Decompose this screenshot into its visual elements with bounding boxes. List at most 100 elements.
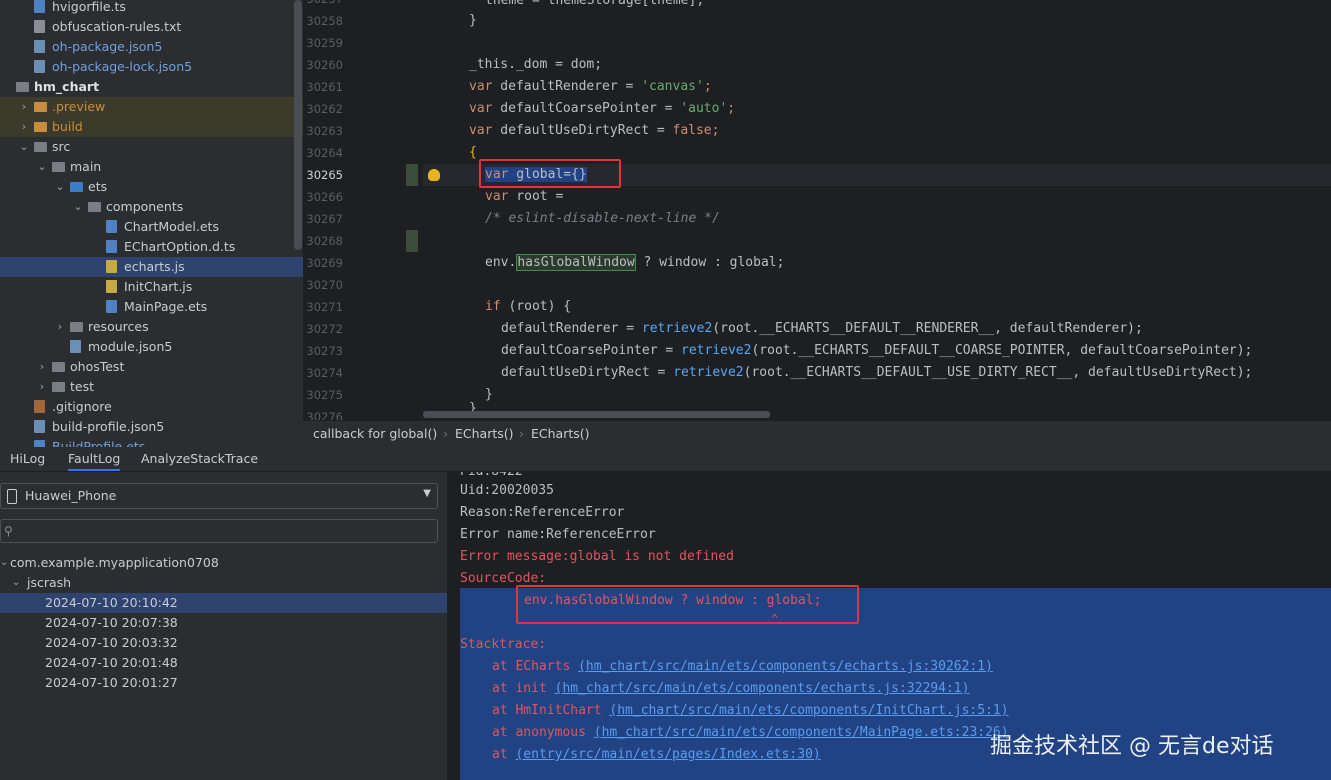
tree-item-label: oh-package-lock.json5	[52, 59, 193, 74]
tree-item[interactable]: echarts.js	[0, 257, 303, 277]
fault-entry[interactable]: 2024-07-10 20:07:38	[0, 613, 447, 633]
tree-item-label: build-profile.json5	[52, 419, 165, 434]
tab-hilog[interactable]: HiLog	[10, 447, 45, 471]
stack-frame-at: at	[492, 703, 516, 718]
line-number: 30271	[306, 300, 343, 314]
fault-entry-timestamp: 2024-07-10 20:07:38	[45, 615, 178, 630]
change-marker[interactable]	[406, 230, 418, 252]
stack-frame-link[interactable]: (hm_chart/src/main/ets/components/MainPa…	[594, 725, 1009, 740]
tree-item-label: oh-package.json5	[52, 39, 163, 54]
tree-item[interactable]: MainPage.ets	[0, 297, 303, 317]
keyword: var	[469, 101, 493, 116]
fault-category-label: jscrash	[27, 575, 72, 590]
chevron-down-icon[interactable]: ⌄	[36, 157, 48, 177]
stack-frame: at anonymous (hm_chart/src/main/ets/comp…	[492, 722, 1009, 744]
code-text: (root.__ECHARTS__DEFAULT__RENDERER__, de…	[712, 321, 1143, 336]
search-icon: ⚲	[4, 524, 13, 538]
tree-item[interactable]: InitChart.js	[0, 277, 303, 297]
keyword: false	[672, 123, 712, 138]
line-number: 30266	[306, 190, 343, 204]
tree-item[interactable]: ChartModel.ets	[0, 217, 303, 237]
tree-item[interactable]: obfuscation-rules.txt	[0, 17, 303, 37]
tree-item[interactable]: oh-package.json5	[0, 37, 303, 57]
code-line: _this._dom = dom;	[469, 54, 602, 76]
stack-frame-link[interactable]: (hm_chart/src/main/ets/components/echart…	[555, 681, 970, 696]
breadcrumb-item[interactable]: ECharts()	[455, 421, 514, 447]
stack-frame-at: at	[492, 725, 516, 740]
folder-icon	[70, 182, 83, 192]
tab-analyzestacktrace[interactable]: AnalyzeStackTrace	[141, 447, 258, 471]
tree-item[interactable]: module.json5	[0, 337, 303, 357]
stack-frame-at: at	[492, 681, 516, 696]
tree-item[interactable]: build-profile.json5	[0, 417, 303, 437]
tab-faultlog[interactable]: FaultLog	[68, 447, 121, 471]
tree-item[interactable]: › ohosTest	[0, 357, 303, 377]
stack-frame-link[interactable]: (hm_chart/src/main/ets/components/InitCh…	[609, 703, 1008, 718]
code-line: var defaultUseDirtyRect = false;	[469, 120, 719, 142]
tree-item-label: BuildProfile.ets	[52, 439, 146, 447]
code-text: ? window : global;	[635, 255, 785, 270]
watermark: 掘金技术社区 @ 无言de对话	[990, 734, 1274, 759]
fault-entry[interactable]: 2024-07-10 20:01:27	[0, 673, 447, 693]
tree-item-label: src	[52, 139, 71, 154]
line-number: 30257	[303, 0, 343, 10]
line-number: 30263	[306, 124, 343, 138]
line-number: 30260	[306, 58, 343, 72]
tree-item-label: resources	[88, 319, 149, 334]
tree-item[interactable]: BuildProfile.ets	[0, 437, 303, 447]
chevron-right-icon[interactable]: ›	[18, 97, 30, 117]
stack-frame-link[interactable]: (entry/src/main/ets/pages/Index.ets:30)	[515, 747, 820, 762]
code-line: defaultRenderer = retrieve2(root.__ECHAR…	[501, 318, 1143, 340]
filter-input[interactable]	[19, 522, 433, 540]
file-icon	[106, 220, 117, 233]
line-number: 30268	[306, 234, 343, 248]
change-marker[interactable]	[406, 164, 418, 186]
stack-frame-function: HmInitChart	[515, 703, 610, 718]
stack-frame-link[interactable]: (hm_chart/src/main/ets/components/echart…	[578, 659, 993, 674]
chevron-down-icon[interactable]: ⌄	[18, 137, 30, 157]
breadcrumb-item[interactable]: callback for global()	[313, 421, 437, 447]
project-tree-scrollbar[interactable]	[294, 0, 302, 250]
chevron-down-icon[interactable]: ⌄	[54, 177, 66, 197]
breadcrumb-item[interactable]: ECharts()	[531, 421, 590, 447]
tree-item[interactable]: ⌄ ets	[0, 177, 303, 197]
tree-item[interactable]: .gitignore	[0, 397, 303, 417]
chevron-down-icon[interactable]: ⌄	[72, 197, 84, 217]
tree-item[interactable]: › test	[0, 377, 303, 397]
tree-item-label: components	[106, 199, 184, 214]
tree-item[interactable]: › .preview	[0, 97, 303, 117]
chevron-right-icon[interactable]: ›	[54, 317, 66, 337]
tree-item[interactable]: oh-package-lock.json5	[0, 57, 303, 77]
tree-item[interactable]: EChartOption.d.ts	[0, 237, 303, 257]
line-number: 30269	[306, 256, 343, 270]
tree-item[interactable]: › build	[0, 117, 303, 137]
fault-entry[interactable]: 2024-07-10 20:01:48	[0, 653, 447, 673]
fault-entry[interactable]: 2024-07-10 20:10:42	[0, 593, 447, 613]
tree-item[interactable]: hm_chart	[0, 77, 303, 97]
tree-item[interactable]: ⌄ src	[0, 137, 303, 157]
tree-item[interactable]: ⌄ components	[0, 197, 303, 217]
code-text: defaultCoarsePointer =	[501, 343, 682, 358]
chevron-right-icon[interactable]: ›	[36, 377, 48, 397]
code-editor[interactable]: theme = themeStorage[theme]; } _this._do…	[423, 0, 1331, 420]
device-select[interactable]: Huawei_Phone ▼	[0, 483, 438, 509]
chevron-right-icon[interactable]: ›	[36, 357, 48, 377]
fault-category-node[interactable]: ⌄ jscrash	[0, 573, 447, 593]
project-tree: hvigorfile.ts obfuscation-rules.txt oh-pac…	[0, 0, 303, 447]
fault-app-node[interactable]: ⌄ com.example.myapplication0708	[0, 553, 447, 573]
editor-horizontal-scrollbar[interactable]	[423, 411, 770, 418]
code-line: theme = themeStorage[theme];	[485, 0, 704, 12]
tree-item-label: ChartModel.ets	[124, 219, 219, 234]
function-call: retrieve2	[641, 321, 713, 336]
tree-item[interactable]: hvigorfile.ts	[0, 0, 303, 17]
code-line: var defaultCoarsePointer = 'auto';	[469, 98, 735, 120]
chevron-right-icon[interactable]: ›	[18, 117, 30, 137]
code-line: defaultCoarsePointer = retrieve2(root.__…	[501, 340, 1252, 362]
code-text: defaultRenderer =	[492, 79, 642, 94]
fault-entry[interactable]: 2024-07-10 20:03:32	[0, 633, 447, 653]
tree-item[interactable]: › resources	[0, 317, 303, 337]
tree-item[interactable]: ⌄ main	[0, 157, 303, 177]
filter-field[interactable]: ⚲	[0, 519, 438, 543]
editor-gutter: 30257 30258 30259 30260 30261 30262 30263 30264…	[303, 0, 423, 424]
lightbulb-icon[interactable]	[428, 169, 440, 181]
